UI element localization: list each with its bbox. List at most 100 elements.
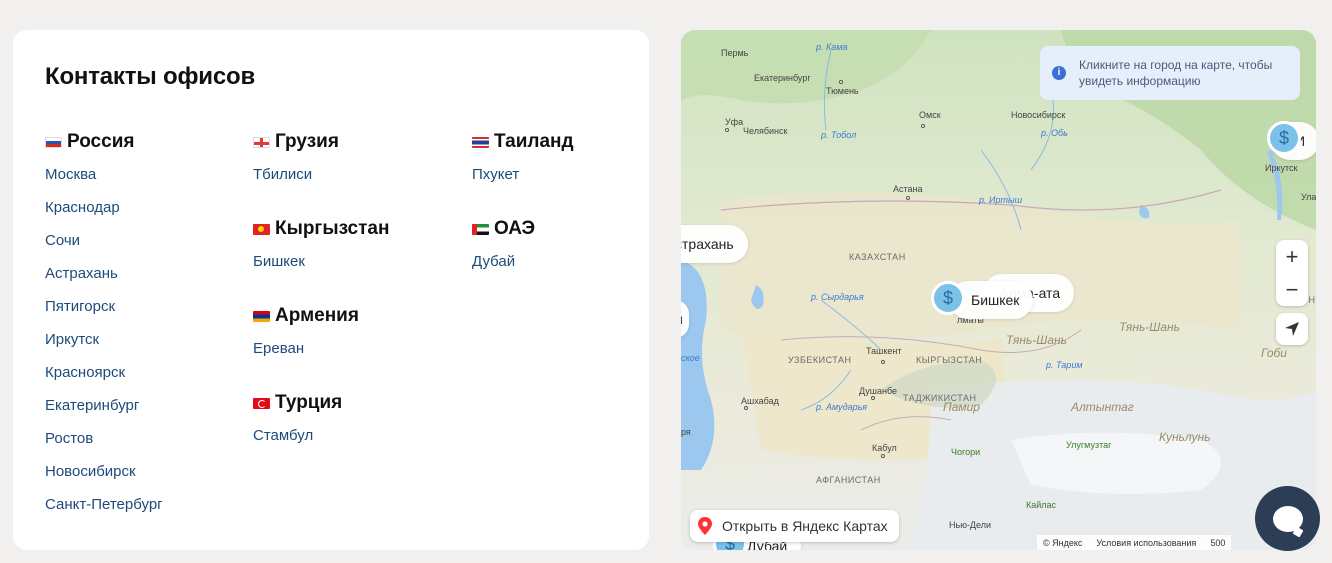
city-link-yerevan[interactable]: Ереван bbox=[253, 340, 389, 373]
geolocation-button[interactable] bbox=[1276, 313, 1308, 345]
country-heading: Таиланд bbox=[472, 130, 574, 154]
city-link-moscow[interactable]: Москва bbox=[45, 166, 163, 199]
map-label-perm: Пермь bbox=[721, 48, 749, 58]
city-link-rostov[interactable]: Ростов bbox=[45, 430, 163, 463]
city-dot bbox=[871, 396, 875, 400]
map-label-lake-cut: ря bbox=[681, 427, 691, 437]
city-dot bbox=[921, 124, 925, 128]
info-icon: i bbox=[1052, 66, 1066, 80]
map-info-text: Кликните на город на карте, чтобы увидет… bbox=[1079, 58, 1273, 88]
open-in-yandex-maps-label: Открыть в Яндекс Картах bbox=[722, 518, 888, 534]
city-link-phuket[interactable]: Пхукет bbox=[472, 166, 574, 199]
map-pin-irkutsk[interactable]: $ bbox=[1267, 121, 1301, 167]
map-chip-label: Бишкек bbox=[971, 292, 1020, 308]
contacts-card: Контакты офисов Россия Москва Краснодар … bbox=[13, 30, 649, 550]
city-link-irkutsk[interactable]: Иркутск bbox=[45, 331, 163, 364]
map-label-new-delhi: Нью-Дели bbox=[949, 520, 992, 530]
map-label-omsk: Омск bbox=[919, 110, 941, 120]
country-heading: Грузия bbox=[253, 130, 389, 154]
office-map[interactable]: Пермь р. Кама Екатеринбург Тюмень Уфа Че… bbox=[681, 30, 1316, 550]
map-label-gobi: Гоби bbox=[1261, 346, 1287, 360]
map-label-kailas: Кайлас bbox=[1026, 500, 1057, 510]
map-chip-astrakhan[interactable]: страхань bbox=[681, 225, 748, 263]
terms-link[interactable]: Условия использования bbox=[1096, 538, 1196, 548]
country-name: Грузия bbox=[275, 131, 339, 152]
city-list: Стамбул bbox=[253, 427, 389, 460]
map-label-syrdarya: р. Сырдарья bbox=[811, 292, 864, 302]
city-link-novosibirsk[interactable]: Новосибирск bbox=[45, 463, 163, 496]
zoom-in-button[interactable]: + bbox=[1276, 240, 1308, 273]
city-link-astrakhan[interactable]: Астрахань bbox=[45, 265, 163, 298]
map-pin-bishkek[interactable]: $ bbox=[931, 281, 965, 327]
map-label-amudarya: р. Амударья bbox=[816, 402, 868, 412]
city-link-istanbul[interactable]: Стамбул bbox=[253, 427, 389, 460]
country-name: Россия bbox=[67, 131, 135, 152]
navigation-arrow-icon bbox=[1285, 322, 1299, 336]
country-group-uae: ОАЭ Дубай bbox=[472, 217, 574, 286]
country-name: Кыргызстан bbox=[275, 218, 390, 239]
city-list: Пхукет bbox=[472, 166, 574, 199]
chat-bubble-icon bbox=[1272, 505, 1303, 532]
city-list: Тбилиси bbox=[253, 166, 389, 199]
dollar-icon: $ bbox=[931, 281, 965, 315]
contacts-column-2: Грузия Тбилиси Кыргызстан Бишкек Армения… bbox=[253, 130, 389, 478]
zoom-control: + − bbox=[1276, 240, 1308, 306]
city-dot bbox=[725, 128, 729, 132]
map-label-irtysh: р. Иртыш bbox=[979, 195, 1023, 205]
country-group-georgia: Грузия Тбилиси bbox=[253, 130, 389, 199]
city-dot bbox=[744, 406, 748, 410]
city-link-krasnoyarsk[interactable]: Красноярск bbox=[45, 364, 163, 397]
armenia-flag-icon bbox=[253, 310, 270, 322]
map-label-tashkent: Ташкент bbox=[866, 346, 902, 356]
city-link-krasnodar[interactable]: Краснодар bbox=[45, 199, 163, 232]
map-chip-label: и bbox=[681, 311, 683, 327]
map-label-chogori: Чогори bbox=[951, 447, 981, 457]
chat-button[interactable] bbox=[1255, 486, 1320, 551]
map-label-tien-shan: Тянь-Шань bbox=[1006, 333, 1067, 347]
zoom-out-button[interactable]: − bbox=[1276, 273, 1308, 306]
map-label-tien-shan-2: Тянь-Шань bbox=[1119, 320, 1180, 334]
kyrgyzstan-flag-icon bbox=[253, 223, 270, 235]
map-label-tyumen: Тюмень bbox=[826, 86, 859, 96]
country-group-turkey: Турция Стамбул bbox=[253, 391, 389, 460]
city-dot bbox=[881, 454, 885, 458]
country-heading: Армения bbox=[253, 304, 389, 328]
open-in-yandex-maps-button[interactable]: Открыть в Яндекс Картах bbox=[690, 510, 899, 542]
map-label-ulugmuztag: Улугмузтаг bbox=[1066, 440, 1112, 450]
map-label-dushanbe: Душанбе bbox=[859, 386, 898, 396]
city-link-pyatigorsk[interactable]: Пятигорск bbox=[45, 298, 163, 331]
map-label-chelyabinsk: Челябинск bbox=[743, 126, 788, 136]
city-link-saint-petersburg[interactable]: Санкт-Петербург bbox=[45, 496, 163, 529]
city-link-ekaterinburg[interactable]: Екатеринбург bbox=[45, 397, 163, 430]
page-title: Контакты офисов bbox=[45, 63, 256, 90]
map-label-kama: р. Кама bbox=[816, 42, 848, 52]
country-heading: Турция bbox=[253, 391, 389, 415]
country-group-kyrgyzstan: Кыргызстан Бишкек bbox=[253, 217, 389, 286]
country-name: Армения bbox=[275, 305, 359, 326]
map-label-uzbekistan: УЗБЕКИСТАН bbox=[788, 355, 852, 365]
map-label-kazakhstan: КАЗАХСТАН bbox=[849, 252, 906, 262]
scale-text: 500 bbox=[1210, 538, 1226, 548]
map-label-ekaterinburg: Екатеринбург bbox=[754, 73, 811, 83]
city-link-dubai[interactable]: Дубай bbox=[472, 253, 574, 286]
map-label-ulan: Ула bbox=[1301, 192, 1316, 202]
map-label-ashgabat: Ашхабад bbox=[741, 396, 779, 406]
turkey-flag-icon bbox=[253, 397, 270, 409]
country-name: Таиланд bbox=[494, 131, 574, 152]
map-label-pamir: Памир bbox=[943, 400, 980, 414]
city-list: Дубай bbox=[472, 253, 574, 286]
city-link-sochi[interactable]: Сочи bbox=[45, 232, 163, 265]
map-label-ob: р. Обь bbox=[1041, 128, 1068, 138]
georgia-flag-icon bbox=[253, 136, 270, 148]
country-group-russia: Россия Москва Краснодар Сочи Астрахань П… bbox=[45, 130, 163, 529]
city-link-tbilisi[interactable]: Тбилиси bbox=[253, 166, 389, 199]
thailand-flag-icon bbox=[472, 136, 489, 148]
map-label-astana: Астана bbox=[893, 184, 923, 194]
map-label-kabul: Кабул bbox=[872, 443, 897, 453]
city-link-bishkek[interactable]: Бишкек bbox=[253, 253, 389, 286]
map-label-tobol: р. Тобол bbox=[821, 130, 857, 140]
map-label-tarim: р. Тарим bbox=[1046, 360, 1083, 370]
map-label-altyntag: Алтынтаг bbox=[1071, 400, 1134, 414]
map-info-box: i Кликните на город на карте, чтобы увид… bbox=[1040, 46, 1300, 100]
city-dot bbox=[839, 80, 843, 84]
